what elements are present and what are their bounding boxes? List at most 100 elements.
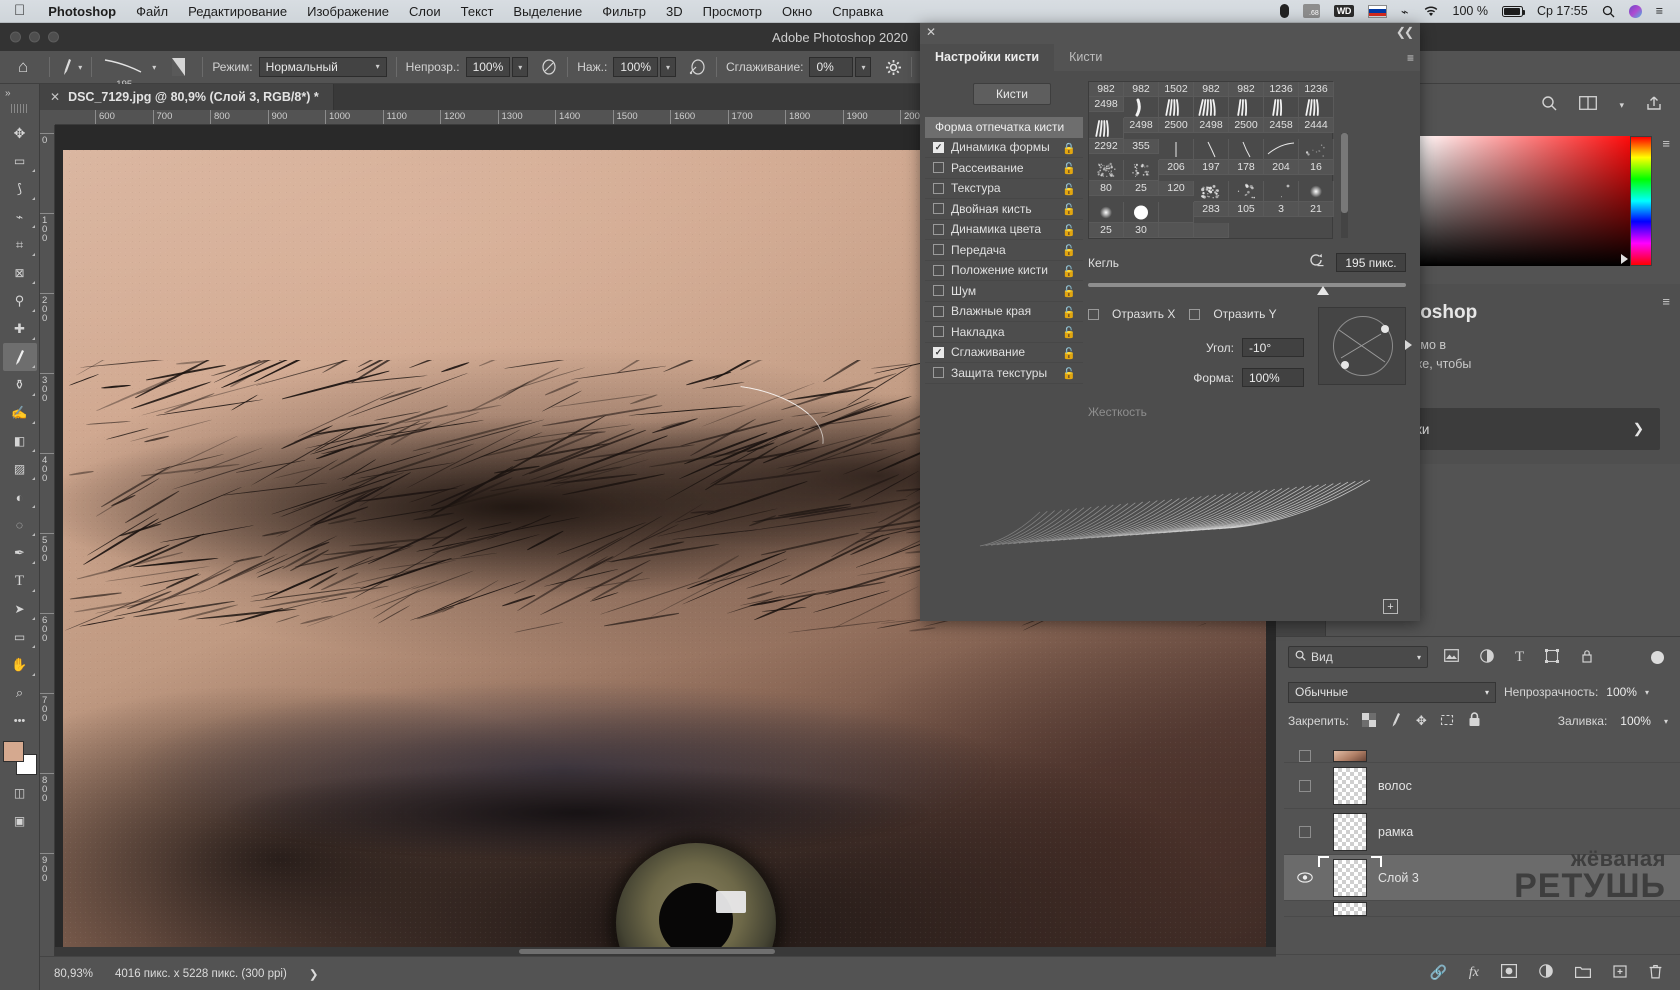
brush-panel-toggle-icon[interactable]: [164, 51, 193, 83]
brush-preset-grid[interactable]: 982 982 1502 982 982 1236 1236 2498 2498 2500 2498…: [1088, 81, 1333, 239]
hue-slider-marker[interactable]: [1621, 254, 1628, 264]
lock-image-pixels-icon[interactable]: [1389, 712, 1403, 730]
checkbox-color-dynamics[interactable]: [933, 224, 944, 235]
layer-visibility-toggle[interactable]: [1288, 872, 1322, 883]
section-protect-texture[interactable]: Защита текстуры 🔓: [925, 363, 1083, 384]
lock-open-icon[interactable]: 🔓: [1062, 367, 1076, 380]
tool-healing-brush[interactable]: ✚: [3, 315, 37, 343]
collapse-panel-icon[interactable]: ❮❮: [1396, 25, 1412, 39]
brush-preset-thumbnail[interactable]: [1194, 97, 1229, 118]
dial-handle-top[interactable]: [1381, 325, 1389, 333]
checkbox-flip-x[interactable]: [1088, 309, 1099, 320]
tab-brush-settings[interactable]: Настройки кисти: [920, 44, 1054, 71]
apple-icon[interactable]: : [0, 3, 38, 18]
checkbox-protect-texture[interactable]: [933, 367, 944, 378]
layer-name[interactable]: рамка: [1378, 825, 1413, 839]
checkbox-wet-edges[interactable]: [933, 306, 944, 317]
brush-preset-thumbnail[interactable]: [1124, 160, 1159, 181]
flow-input[interactable]: 100%: [613, 57, 658, 77]
wifi-icon[interactable]: [1416, 5, 1446, 17]
bluetooth-icon[interactable]: ⌁: [1394, 4, 1416, 19]
color-chips[interactable]: [3, 741, 37, 775]
layer-visibility-toggle[interactable]: [1288, 750, 1322, 762]
menu-item-image[interactable]: Изображение: [297, 4, 399, 19]
mode-select[interactable]: Нормальный ▾: [259, 57, 387, 77]
section-shape-dynamics[interactable]: Динамика формы 🔒: [925, 138, 1083, 159]
checkbox-flip-y[interactable]: [1189, 309, 1200, 320]
tool-history-brush[interactable]: ✍: [3, 399, 37, 427]
lock-position-icon[interactable]: ✥: [1416, 713, 1427, 729]
section-scattering[interactable]: Рассеивание 🔓: [925, 158, 1083, 179]
brush-preset-thumbnail[interactable]: [1159, 202, 1194, 223]
adjustment-filter-icon[interactable]: [1480, 649, 1494, 666]
menu-item-text[interactable]: Текст: [451, 4, 504, 19]
lock-transparent-pixels-icon[interactable]: [1362, 713, 1376, 730]
color-gradient-field[interactable]: [1416, 136, 1640, 266]
menu-item-photoshop[interactable]: Photoshop: [38, 4, 126, 19]
clock-label[interactable]: Ср 17:55: [1530, 4, 1595, 18]
checkbox-dual-brush[interactable]: [933, 203, 944, 214]
menu-item-view[interactable]: Просмотр: [693, 4, 772, 19]
layer-thumbnail[interactable]: [1322, 902, 1378, 916]
more-tools-icon[interactable]: •••: [3, 707, 37, 735]
arrange-documents-icon[interactable]: [1579, 96, 1597, 114]
smoothing-dropdown[interactable]: ▾: [855, 57, 871, 77]
layer-thumbnail[interactable]: [1322, 767, 1378, 805]
layer-thumbnail[interactable]: [1322, 750, 1378, 762]
quick-mask-icon[interactable]: ◫: [3, 779, 37, 807]
blend-mode-select[interactable]: Обычные ▾: [1288, 682, 1496, 703]
checkbox-noise[interactable]: [933, 285, 944, 296]
layer-name[interactable]: волос: [1378, 779, 1412, 793]
menu-item-select[interactable]: Выделение: [503, 4, 592, 19]
checkbox-transfer[interactable]: [933, 244, 944, 255]
brush-preset-thumbnail[interactable]: [1194, 139, 1229, 160]
menu-item-filter[interactable]: Фильтр: [592, 4, 656, 19]
link-layers-icon[interactable]: 🔗: [1429, 964, 1446, 981]
pixel-filter-icon[interactable]: [1444, 649, 1459, 665]
panel-menu-icon[interactable]: ≡: [1662, 136, 1670, 151]
lock-all-icon[interactable]: [1468, 712, 1481, 730]
siri-icon[interactable]: [1622, 5, 1649, 18]
new-group-icon[interactable]: [1575, 965, 1591, 981]
layer-filter-select[interactable]: Вид ▾: [1288, 646, 1428, 668]
preset-grid-scrollbar[interactable]: [1341, 133, 1348, 238]
dial-arrow-icon[interactable]: [1405, 340, 1412, 350]
settings-gear-icon[interactable]: [885, 51, 902, 83]
brush-preset-thumbnail[interactable]: [1159, 97, 1194, 118]
lock-open-icon[interactable]: 🔓: [1062, 203, 1076, 216]
section-brush-pose[interactable]: Положение кисти 🔓: [925, 261, 1083, 282]
flip-x-checkbox-row[interactable]: Отразить X: [1088, 307, 1175, 321]
pressure-opacity-icon[interactable]: [540, 51, 558, 83]
size-input[interactable]: 195 пикс.: [1336, 253, 1406, 272]
brush-preset-thumbnail[interactable]: [1124, 97, 1159, 118]
brush-preset-thumbnail[interactable]: [1264, 139, 1299, 160]
angle-input[interactable]: -10°: [1242, 338, 1304, 357]
lock-open-icon[interactable]: 🔓: [1062, 244, 1076, 257]
brush-preset-thumbnail[interactable]: [1229, 139, 1264, 160]
zoom-level[interactable]: 80,93%: [54, 968, 93, 980]
chevron-down-icon[interactable]: ▾: [1645, 688, 1649, 697]
russian-flag-icon[interactable]: [1361, 5, 1394, 18]
brush-preset-thumbnail[interactable]: [1089, 202, 1124, 223]
brush-preset-thumbnail[interactable]: [1264, 97, 1299, 118]
section-noise[interactable]: Шум 🔓: [925, 281, 1083, 302]
adjustment-layer-icon[interactable]: [1539, 964, 1553, 981]
brush-preset-thumbnail[interactable]: [1124, 202, 1159, 223]
type-filter-icon[interactable]: T: [1515, 649, 1524, 666]
reset-size-icon[interactable]: [1308, 253, 1324, 272]
checkbox-scattering[interactable]: [933, 162, 944, 173]
flow-dropdown[interactable]: ▾: [660, 57, 676, 77]
brush-preset-thumbnail[interactable]: [1264, 181, 1299, 202]
size-slider[interactable]: [1088, 283, 1406, 287]
tool-frame[interactable]: ⊠: [3, 259, 37, 287]
layer-thumbnail[interactable]: [1322, 813, 1378, 851]
dial-handle-bottom[interactable]: [1341, 361, 1349, 369]
menu-item-3d[interactable]: 3D: [656, 4, 693, 19]
lock-open-icon[interactable]: 🔓: [1062, 285, 1076, 298]
smoothing-input[interactable]: 0%: [809, 57, 853, 77]
lock-open-icon[interactable]: 🔓: [1062, 224, 1076, 237]
tool-rectangle[interactable]: ▭: [3, 623, 37, 651]
tool-crop[interactable]: ⌗: [3, 231, 37, 259]
layer-visibility-toggle[interactable]: [1288, 780, 1322, 792]
notification-center-icon[interactable]: ≡: [1649, 4, 1670, 18]
